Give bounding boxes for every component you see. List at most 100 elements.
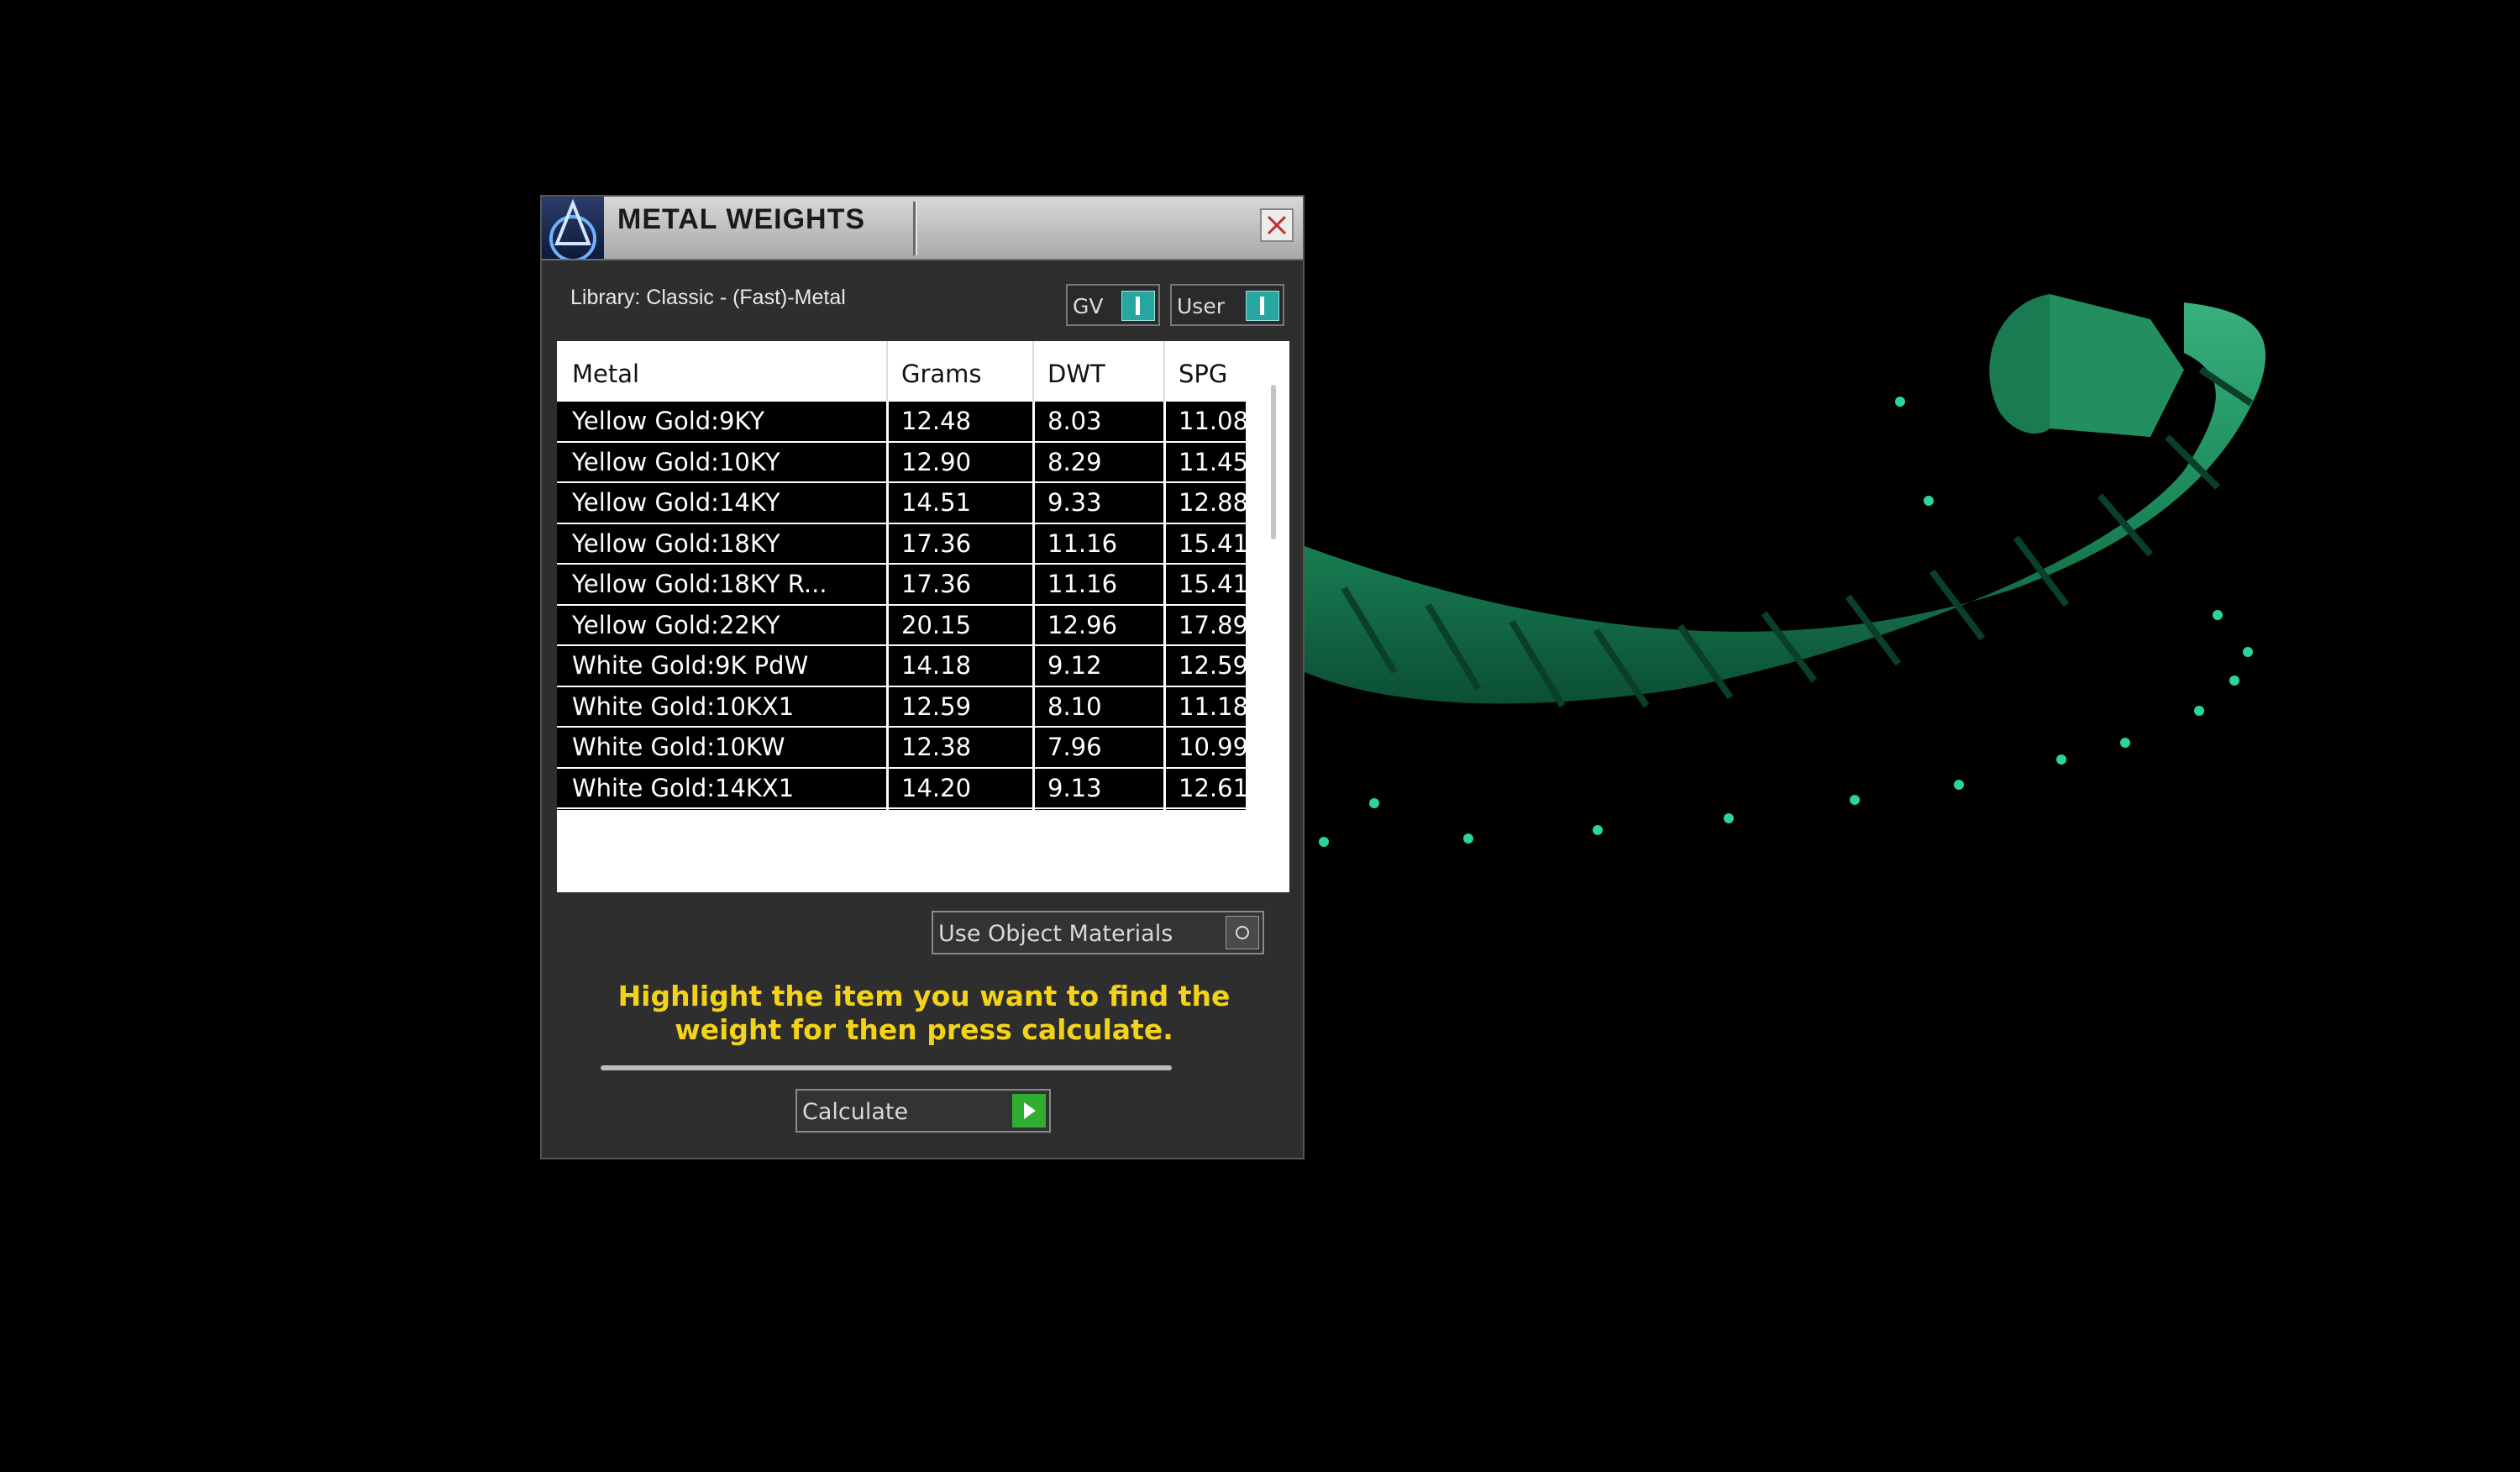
library-label: Library: Classic - (Fast)-Metal <box>570 286 846 309</box>
gv-toggle[interactable]: GV <box>1066 284 1160 326</box>
cell-spg: 15.41 <box>1179 570 1246 598</box>
table-row[interactable]: White Gold:10KX1 12.59 8.10 11.18 <box>557 686 1246 728</box>
clasp-link <box>2050 294 2184 437</box>
table-row[interactable]: Yellow Gold:18KY 17.36 11.16 15.41 <box>557 523 1246 565</box>
close-button[interactable] <box>1260 208 1294 242</box>
cell-metal: Yellow Gold:18KY R... <box>572 570 827 598</box>
cell-metal: Yellow Gold:10KY <box>572 447 780 476</box>
cell-divider <box>1032 483 1035 523</box>
table-header: Metal Grams DWT SPG <box>557 341 1246 402</box>
radio-icon[interactable] <box>1226 916 1259 949</box>
cell-metal: Yellow Gold:22KY <box>572 610 780 639</box>
cell-metal: Yellow Gold:18KY <box>572 528 780 558</box>
cell-divider <box>1032 646 1035 686</box>
cell-grams: 12.59 <box>901 691 972 721</box>
cell-dwt: 9.12 <box>1047 651 1102 680</box>
play-arrow-icon <box>1012 1094 1046 1128</box>
gv-toggle-label: GV <box>1073 294 1104 318</box>
use-object-materials-option[interactable]: Use Object Materials <box>932 911 1264 954</box>
cell-spg: 11.08 <box>1179 407 1246 435</box>
cell-divider <box>886 565 889 604</box>
cell-dwt: 8.10 <box>1047 691 1102 721</box>
table-row[interactable]: Yellow Gold:18KY R... 17.36 11.16 15.41 <box>557 565 1246 606</box>
close-icon <box>1267 215 1287 235</box>
column-header-metal[interactable]: Metal <box>572 360 639 388</box>
title-divider <box>913 202 916 255</box>
cell-divider <box>886 646 889 686</box>
cell-grams: 14.20 <box>901 773 972 802</box>
cell-metal: White Gold:9K PdW <box>572 651 809 680</box>
cell-divider <box>1032 809 1035 810</box>
instruction-text: Highlight the item you want to find the … <box>617 980 1231 1046</box>
cell-grams: 12.38 <box>901 733 972 761</box>
user-toggle-label: User <box>1177 294 1225 318</box>
cell-grams: 17.36 <box>901 570 972 598</box>
toggle-switch-icon <box>1246 291 1279 321</box>
vertical-scrollbar[interactable] <box>1271 385 1276 539</box>
cell-divider <box>1163 768 1166 807</box>
cell-divider <box>1163 402 1166 441</box>
table-row[interactable]: Yellow Gold:14KY 14.51 9.33 12.88 <box>557 483 1246 524</box>
title-bar[interactable]: METAL WEIGHTS <box>542 197 1303 262</box>
cell-grams: 12.90 <box>901 447 972 476</box>
column-header-spg[interactable]: SPG <box>1179 360 1227 388</box>
cell-grams: 20.15 <box>901 610 972 639</box>
column-divider[interactable] <box>886 341 888 402</box>
cell-spg: 11.45 <box>1179 447 1246 476</box>
cell-divider <box>1163 646 1166 686</box>
app-logo-icon <box>542 197 604 262</box>
cell-divider <box>1163 565 1166 604</box>
cell-divider <box>1032 565 1035 604</box>
cell-divider <box>1032 605 1035 644</box>
cell-divider <box>1163 686 1166 726</box>
column-divider[interactable] <box>1032 341 1034 402</box>
calculate-button[interactable]: Calculate <box>795 1089 1051 1133</box>
cell-dwt: 8.29 <box>1047 447 1102 476</box>
table-row[interactable]: Yellow Gold:9KY 12.48 8.03 11.08 <box>557 402 1246 443</box>
horizontal-scrollbar[interactable] <box>601 1065 1172 1070</box>
metal-table[interactable]: Metal Grams DWT SPG Yellow Gold:9KY 12.48… <box>557 341 1289 1070</box>
cell-grams: 14.18 <box>901 651 972 680</box>
column-divider[interactable] <box>1163 341 1165 402</box>
cell-dwt: 11.16 <box>1047 570 1118 598</box>
cell-spg: 17.89 <box>1179 610 1246 639</box>
cell-grams: 14.51 <box>901 488 972 517</box>
user-toggle[interactable]: User <box>1170 284 1284 326</box>
cell-divider <box>886 728 889 767</box>
column-header-grams[interactable]: Grams <box>901 360 982 388</box>
table-row[interactable]: White Gold:14KX1 14.20 9.13 12.61 <box>557 768 1246 809</box>
table-row[interactable]: White Gold:9K PdW 14.18 9.12 12.59 <box>557 646 1246 687</box>
cell-divider <box>886 402 889 441</box>
cell-spg: 12.59 <box>1179 651 1246 680</box>
cell-divider <box>1032 402 1035 441</box>
cell-spg: 15.41 <box>1179 528 1246 558</box>
calculate-label: Calculate <box>802 1099 909 1125</box>
use-object-materials-label: Use Object Materials <box>938 921 1173 947</box>
cell-spg: 12.61 <box>1179 773 1246 802</box>
table-row[interactable]: Yellow Gold:22KY 20.15 12.96 17.89 <box>557 605 1246 646</box>
cell-dwt: 12.96 <box>1047 610 1118 639</box>
cell-divider <box>1032 442 1035 481</box>
table-row[interactable]: White Gold:10KW 12.38 7.96 10.99 <box>557 728 1246 769</box>
cell-divider <box>1163 483 1166 523</box>
dialog-title: METAL WEIGHTS <box>617 203 866 235</box>
cell-divider <box>1163 605 1166 644</box>
cell-divider <box>1032 523 1035 563</box>
table-row[interactable]: Yellow Gold:10KY 12.90 8.29 11.45 <box>557 442 1246 483</box>
cell-metal: White Gold:10KX1 <box>572 691 795 721</box>
table-row[interactable]: White Gold:14K PdW16.1910.4114.37 <box>557 809 1246 810</box>
cell-divider <box>886 768 889 807</box>
cell-divider <box>886 442 889 481</box>
clasp-end <box>1989 294 2050 434</box>
cell-dwt: 9.13 <box>1047 773 1102 802</box>
cell-grams: 12.48 <box>901 407 972 435</box>
cell-dwt: 7.96 <box>1047 733 1102 761</box>
cell-dwt: 11.16 <box>1047 528 1118 558</box>
cell-divider <box>1032 686 1035 726</box>
cell-divider <box>886 483 889 523</box>
column-header-dwt[interactable]: DWT <box>1047 360 1105 388</box>
cell-divider <box>886 523 889 563</box>
cell-divider <box>1163 523 1166 563</box>
cell-metal: White Gold:10KW <box>572 733 785 761</box>
cell-metal: Yellow Gold:9KY <box>572 407 765 435</box>
